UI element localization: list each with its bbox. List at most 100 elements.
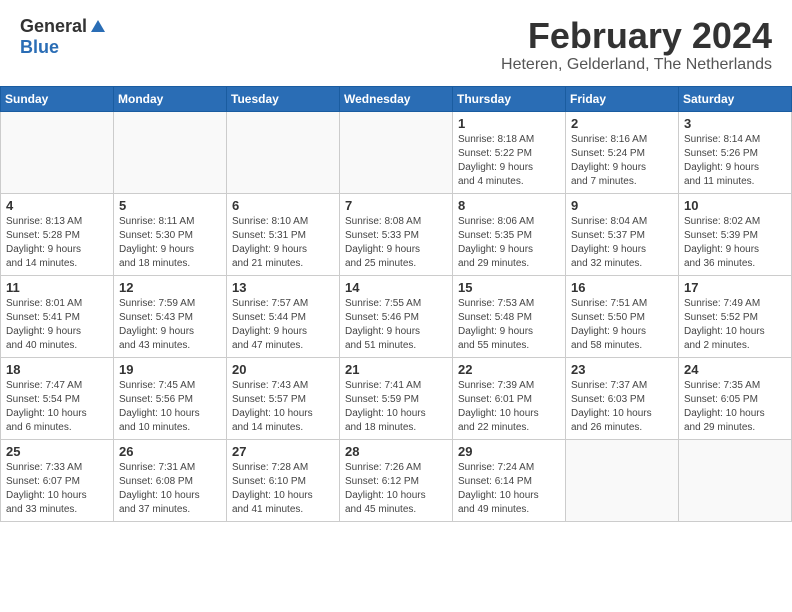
- calendar-cell: [340, 111, 453, 193]
- calendar-week-row: 4Sunrise: 8:13 AM Sunset: 5:28 PM Daylig…: [1, 193, 792, 275]
- day-info: Sunrise: 7:24 AM Sunset: 6:14 PM Dayligh…: [458, 461, 560, 517]
- day-info: Sunrise: 7:28 AM Sunset: 6:10 PM Dayligh…: [232, 461, 334, 517]
- calendar-cell: [566, 439, 679, 521]
- calendar-cell: 20 Sunrise: 7:43 AM Sunset: 5:57 PM Dayli…: [227, 357, 340, 439]
- day-info: Sunrise: 7:33 AM Sunset: 6:07 PM Dayligh…: [6, 461, 108, 517]
- calendar-cell: 27 Sunrise: 7:28 AM Sunset: 6:10 PM Dayli…: [227, 439, 340, 521]
- day-info: Sunrise: 8:10 AM Sunset: 5:31 PM Dayligh…: [232, 215, 334, 271]
- calendar-cell: 14 Sunrise: 7:55 AM Sunset: 5:46 PM Dayli…: [340, 275, 453, 357]
- weekday-header-sunday: Sunday: [1, 86, 114, 111]
- weekday-header-tuesday: Tuesday: [227, 86, 340, 111]
- day-info: Sunrise: 7:39 AM Sunset: 6:01 PM Dayligh…: [458, 379, 560, 435]
- day-info: Sunrise: 7:57 AM Sunset: 5:44 PM Dayligh…: [232, 297, 334, 353]
- main-title: February 2024: [501, 16, 772, 56]
- calendar-cell: 15 Sunrise: 7:53 AM Sunset: 5:48 PM Dayli…: [453, 275, 566, 357]
- calendar-week-row: 11 Sunrise: 8:01 AM Sunset: 5:41 PM Dayli…: [1, 275, 792, 357]
- weekday-header-friday: Friday: [566, 86, 679, 111]
- day-info: Sunrise: 8:18 AM Sunset: 5:22 PM Dayligh…: [458, 133, 560, 189]
- calendar-cell: 6Sunrise: 8:10 AM Sunset: 5:31 PM Daylig…: [227, 193, 340, 275]
- calendar-cell: 17 Sunrise: 7:49 AM Sunset: 5:52 PM Dayli…: [679, 275, 792, 357]
- day-info: Sunrise: 7:26 AM Sunset: 6:12 PM Dayligh…: [345, 461, 447, 517]
- day-number: 18: [6, 362, 108, 377]
- day-number: 22: [458, 362, 560, 377]
- day-number: 4: [6, 198, 108, 213]
- day-info: Sunrise: 7:47 AM Sunset: 5:54 PM Dayligh…: [6, 379, 108, 435]
- calendar-cell: 3Sunrise: 8:14 AM Sunset: 5:26 PM Daylig…: [679, 111, 792, 193]
- weekday-header-row: SundayMondayTuesdayWednesdayThursdayFrid…: [1, 86, 792, 111]
- day-number: 7: [345, 198, 447, 213]
- calendar-cell: [227, 111, 340, 193]
- day-number: 8: [458, 198, 560, 213]
- day-number: 19: [119, 362, 221, 377]
- day-number: 11: [6, 280, 108, 295]
- day-number: 25: [6, 444, 108, 459]
- day-number: 17: [684, 280, 786, 295]
- calendar-cell: 4Sunrise: 8:13 AM Sunset: 5:28 PM Daylig…: [1, 193, 114, 275]
- calendar-cell: 25 Sunrise: 7:33 AM Sunset: 6:07 PM Dayli…: [1, 439, 114, 521]
- day-info: Sunrise: 8:06 AM Sunset: 5:35 PM Dayligh…: [458, 215, 560, 271]
- day-number: 12: [119, 280, 221, 295]
- day-number: 20: [232, 362, 334, 377]
- calendar-cell: 16 Sunrise: 7:51 AM Sunset: 5:50 PM Dayli…: [566, 275, 679, 357]
- logo-general-text: General: [20, 16, 87, 37]
- calendar-cell: 24Sunrise: 7:35 AM Sunset: 6:05 PM Dayli…: [679, 357, 792, 439]
- day-info: Sunrise: 7:55 AM Sunset: 5:46 PM Dayligh…: [345, 297, 447, 353]
- calendar-cell: 21 Sunrise: 7:41 AM Sunset: 5:59 PM Dayli…: [340, 357, 453, 439]
- calendar-week-row: 18 Sunrise: 7:47 AM Sunset: 5:54 PM Dayli…: [1, 357, 792, 439]
- day-number: 23: [571, 362, 673, 377]
- weekday-header-saturday: Saturday: [679, 86, 792, 111]
- calendar-cell: 2 Sunrise: 8:16 AM Sunset: 5:24 PM Daylig…: [566, 111, 679, 193]
- day-number: 14: [345, 280, 447, 295]
- day-number: 27: [232, 444, 334, 459]
- calendar-table: SundayMondayTuesdayWednesdayThursdayFrid…: [0, 86, 792, 522]
- day-info: Sunrise: 8:16 AM Sunset: 5:24 PM Dayligh…: [571, 133, 673, 189]
- day-number: 26: [119, 444, 221, 459]
- day-number: 2: [571, 116, 673, 131]
- day-number: 9: [571, 198, 673, 213]
- calendar-cell: 11 Sunrise: 8:01 AM Sunset: 5:41 PM Dayli…: [1, 275, 114, 357]
- day-info: Sunrise: 7:41 AM Sunset: 5:59 PM Dayligh…: [345, 379, 447, 435]
- title-block: February 2024 Heteren, Gelderland, The N…: [501, 16, 772, 74]
- day-info: Sunrise: 7:59 AM Sunset: 5:43 PM Dayligh…: [119, 297, 221, 353]
- logo-icon: [89, 18, 107, 36]
- logo: General Blue: [20, 16, 107, 58]
- day-info: Sunrise: 8:11 AM Sunset: 5:30 PM Dayligh…: [119, 215, 221, 271]
- day-info: Sunrise: 8:02 AM Sunset: 5:39 PM Dayligh…: [684, 215, 786, 271]
- day-number: 21: [345, 362, 447, 377]
- day-number: 29: [458, 444, 560, 459]
- calendar-cell: 1 Sunrise: 8:18 AM Sunset: 5:22 PM Daylig…: [453, 111, 566, 193]
- day-number: 1: [458, 116, 560, 131]
- calendar-cell: 7 Sunrise: 8:08 AM Sunset: 5:33 PM Daylig…: [340, 193, 453, 275]
- calendar-cell: 29 Sunrise: 7:24 AM Sunset: 6:14 PM Dayli…: [453, 439, 566, 521]
- day-info: Sunrise: 7:49 AM Sunset: 5:52 PM Dayligh…: [684, 297, 786, 353]
- day-info: Sunrise: 8:08 AM Sunset: 5:33 PM Dayligh…: [345, 215, 447, 271]
- calendar-cell: [114, 111, 227, 193]
- day-info: Sunrise: 7:53 AM Sunset: 5:48 PM Dayligh…: [458, 297, 560, 353]
- weekday-header-thursday: Thursday: [453, 86, 566, 111]
- logo-blue-text: Blue: [20, 37, 59, 58]
- weekday-header-monday: Monday: [114, 86, 227, 111]
- calendar-cell: 8 Sunrise: 8:06 AM Sunset: 5:35 PM Daylig…: [453, 193, 566, 275]
- calendar-cell: 26 Sunrise: 7:31 AM Sunset: 6:08 PM Dayli…: [114, 439, 227, 521]
- day-number: 5: [119, 198, 221, 213]
- calendar-cell: 5 Sunrise: 8:11 AM Sunset: 5:30 PM Daylig…: [114, 193, 227, 275]
- calendar-cell: 18 Sunrise: 7:47 AM Sunset: 5:54 PM Dayli…: [1, 357, 114, 439]
- calendar-cell: 9Sunrise: 8:04 AM Sunset: 5:37 PM Daylig…: [566, 193, 679, 275]
- day-number: 10: [684, 198, 786, 213]
- calendar-cell: 10 Sunrise: 8:02 AM Sunset: 5:39 PM Dayli…: [679, 193, 792, 275]
- day-info: Sunrise: 7:51 AM Sunset: 5:50 PM Dayligh…: [571, 297, 673, 353]
- weekday-header-wednesday: Wednesday: [340, 86, 453, 111]
- day-info: Sunrise: 8:01 AM Sunset: 5:41 PM Dayligh…: [6, 297, 108, 353]
- day-number: 15: [458, 280, 560, 295]
- day-number: 3: [684, 116, 786, 131]
- day-info: Sunrise: 7:43 AM Sunset: 5:57 PM Dayligh…: [232, 379, 334, 435]
- calendar-cell: 13Sunrise: 7:57 AM Sunset: 5:44 PM Dayli…: [227, 275, 340, 357]
- day-info: Sunrise: 7:45 AM Sunset: 5:56 PM Dayligh…: [119, 379, 221, 435]
- day-info: Sunrise: 7:31 AM Sunset: 6:08 PM Dayligh…: [119, 461, 221, 517]
- page-header: General Blue February 2024 Heteren, Geld…: [0, 0, 792, 78]
- calendar-cell: 22 Sunrise: 7:39 AM Sunset: 6:01 PM Dayli…: [453, 357, 566, 439]
- day-number: 28: [345, 444, 447, 459]
- day-number: 16: [571, 280, 673, 295]
- calendar-cell: 19 Sunrise: 7:45 AM Sunset: 5:56 PM Dayli…: [114, 357, 227, 439]
- calendar-cell: 23Sunrise: 7:37 AM Sunset: 6:03 PM Dayli…: [566, 357, 679, 439]
